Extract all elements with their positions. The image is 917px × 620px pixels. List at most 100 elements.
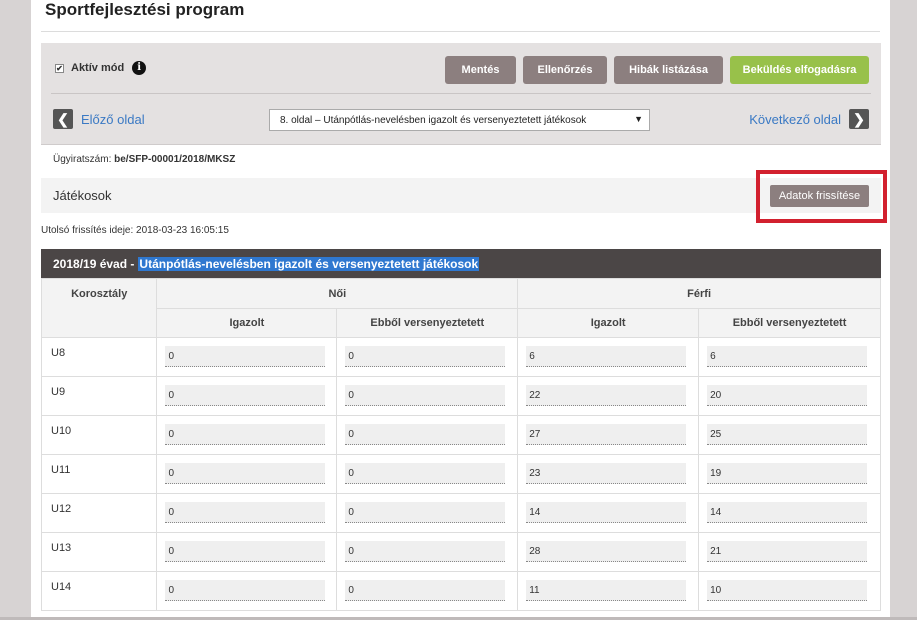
male-competing-input[interactable]: 19 [707,463,868,484]
male-registered-input[interactable]: 28 [526,541,687,562]
table-cell: 28 [517,532,700,572]
male-registered-input[interactable]: 22 [526,385,687,406]
female-registered-input[interactable]: 0 [165,580,326,601]
female-competing-input[interactable]: 0 [345,346,506,367]
page-select[interactable]: 8. oldal – Utánpótlás-nevelésben igazolt… [269,109,650,131]
table-row: U13 0 0 28 21 [40,532,881,572]
table-cell: 0 [336,337,519,377]
header-male-registered: Igazolt [517,308,700,338]
case-number-label: Ügyiratszám: [53,154,112,165]
season-bar: 2018/19 évad - Utánpótlás-nevelésben iga… [41,249,881,278]
female-registered-input[interactable]: 0 [165,346,326,367]
table-cell: 0 [156,454,338,494]
female-registered-input[interactable]: 0 [165,502,326,523]
season-prefix: 2018/19 évad - [53,256,135,271]
prev-page-label[interactable]: Előző oldal [81,112,145,127]
female-registered-input[interactable]: 0 [165,385,326,406]
male-registered-input[interactable]: 6 [526,346,687,367]
table-cell: 0 [156,337,338,377]
header-female-competing: Ebből versenyeztetett [336,308,519,338]
table-cell: 0 [336,532,519,572]
female-registered-input[interactable]: 0 [165,424,326,445]
table-cell: 0 [336,454,519,494]
next-page-label[interactable]: Következő oldal [749,112,841,127]
table-cell: 22 [517,376,700,416]
season-title-selected: Utánpótlás-nevelésben igazolt és verseny… [138,256,480,271]
table-cell: 0 [156,415,338,455]
table-row: U8 0 0 6 6 [40,337,881,377]
male-competing-input[interactable]: 21 [707,541,868,562]
female-registered-input[interactable]: 0 [165,541,326,562]
next-page-link[interactable]: Következő oldal ❯ [749,109,869,129]
table-row: U14 0 0 11 10 [40,571,881,611]
list-errors-button[interactable]: Hibák listázása [614,56,723,84]
female-competing-input[interactable]: 0 [345,502,506,523]
male-registered-input[interactable]: 11 [526,580,687,601]
chevron-left-icon[interactable]: ❮ [53,109,73,129]
title-divider [41,31,880,32]
caret-down-icon[interactable]: ▼ [634,114,643,124]
male-registered-input[interactable]: 23 [526,463,687,484]
table-cell: 19 [698,454,881,494]
save-button[interactable]: Mentés [445,56,516,84]
female-registered-input[interactable]: 0 [165,463,326,484]
age-class-cell: U10 [40,415,158,455]
male-registered-input[interactable]: 14 [526,502,687,523]
age-class-cell: U9 [40,376,158,416]
female-competing-input[interactable]: 0 [345,385,506,406]
table-row: U9 0 0 22 20 [40,376,881,416]
table-cell: 10 [698,571,881,611]
chevron-right-icon[interactable]: ❯ [849,109,869,129]
table-cell: 6 [517,337,700,377]
table-cell: 0 [156,376,338,416]
table-cell: 14 [698,493,881,533]
age-class-cell: U8 [40,337,158,377]
male-competing-input[interactable]: 6 [707,346,868,367]
age-class-cell: U11 [40,454,158,494]
female-competing-input[interactable]: 0 [345,541,506,562]
table-cell: 23 [517,454,700,494]
header-male-competing: Ebből versenyeztetett [698,308,881,338]
female-competing-input[interactable]: 0 [345,463,506,484]
check-button[interactable]: Ellenőrzés [523,56,607,84]
table-row: U10 0 0 27 25 [40,415,881,455]
section-title: Játékosok [53,188,112,203]
male-competing-input[interactable]: 25 [707,424,868,445]
table-cell: 6 [698,337,881,377]
table-cell: 14 [517,493,700,533]
male-competing-input[interactable]: 10 [707,580,868,601]
page-container: Sportfejlesztési program ✔ Aktív mód i M… [31,0,890,620]
table-cell: 11 [517,571,700,611]
age-class-cell: U13 [40,532,158,572]
header-male: Férfi [517,278,881,309]
players-table: Korosztály Női Férfi Igazolt Ebből verse… [40,278,881,611]
aktiv-mode-label: Aktív mód [71,62,125,74]
male-competing-input[interactable]: 20 [707,385,868,406]
case-number: Ügyiratszám: be/SFP-00001/2018/MKSZ [53,154,235,165]
info-icon[interactable]: i [132,61,147,75]
toolbar: ✔ Aktív mód i Mentés Ellenőrzés Hibák li… [41,43,881,145]
submit-button[interactable]: Beküldés elfogadásra [730,56,869,84]
table-cell: 0 [336,376,519,416]
age-class-cell: U12 [40,493,158,533]
female-competing-input[interactable]: 0 [345,580,506,601]
aktiv-mode-checkbox[interactable]: ✔ [55,63,64,73]
header-age-class: Korosztály [40,278,158,338]
aktiv-mode[interactable]: ✔ Aktív mód i [55,61,147,75]
male-competing-input[interactable]: 14 [707,502,868,523]
age-class-cell: U14 [40,571,158,611]
refresh-data-button[interactable]: Adatok frissítése [770,185,869,207]
toolbar-divider [51,93,871,94]
section-header: Játékosok [41,178,881,213]
male-registered-input[interactable]: 27 [526,424,687,445]
page-title: Sportfejlesztési program [45,0,245,19]
table-row: U11 0 0 23 19 [40,454,881,494]
last-refresh-time: Utolsó frissítés ideje: 2018-03-23 16:05… [41,225,229,236]
table-cell: 25 [698,415,881,455]
table-cell: 0 [156,493,338,533]
table-cell: 0 [336,415,519,455]
female-competing-input[interactable]: 0 [345,424,506,445]
table-cell: 27 [517,415,700,455]
prev-page-link[interactable]: ❮ Előző oldal [53,109,145,129]
page-select-value: 8. oldal – Utánpótlás-nevelésben igazolt… [280,114,587,126]
